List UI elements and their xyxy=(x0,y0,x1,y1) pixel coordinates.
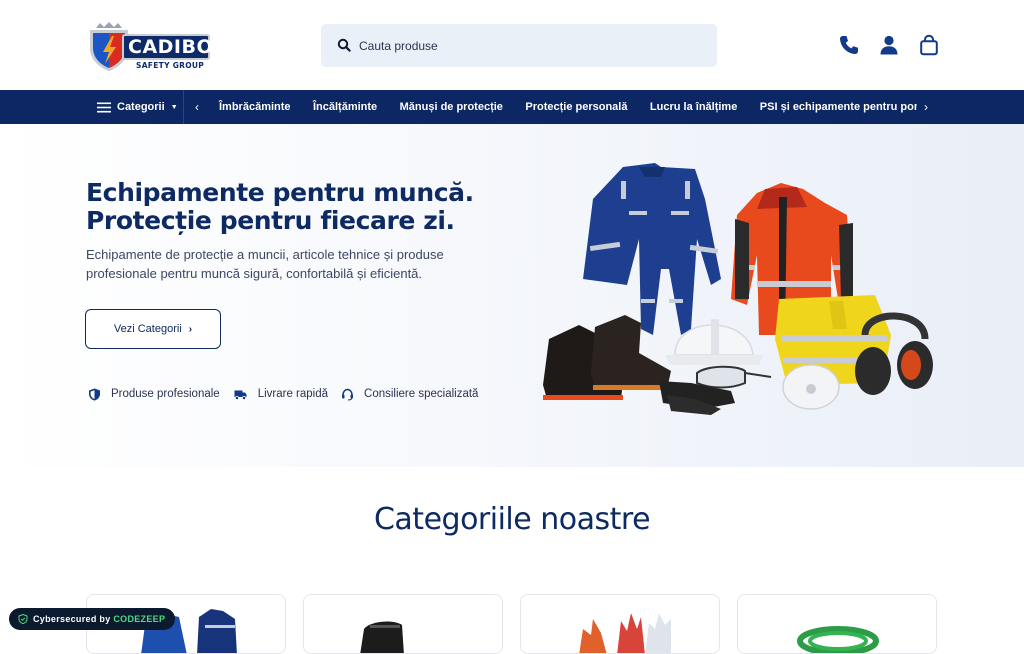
badge-brand: CODEZEEP xyxy=(113,614,166,624)
hamburger-icon xyxy=(97,102,111,112)
hero-products-image xyxy=(543,163,933,415)
search-bar[interactable] xyxy=(321,24,717,67)
nav-item-imbracaminte[interactable]: Îmbrăcăminte xyxy=(219,90,291,124)
gloves-image xyxy=(579,613,671,653)
feature-label: Produse profesionale xyxy=(111,388,220,400)
feature-item: Livrare rapidă xyxy=(233,388,328,401)
logo-brand-text: CADIBO xyxy=(128,36,214,58)
feature-label: Livrare rapidă xyxy=(257,388,329,400)
hero-title-line-1: Echipamente pentru muncă. xyxy=(86,178,474,207)
feature-item: Consiliere specializată xyxy=(341,388,478,401)
nav-item-psi[interactable]: PSI și echipamente pentru pompieri xyxy=(760,90,917,124)
search-input[interactable] xyxy=(359,24,699,67)
hero-title-line-2: Protecție pentru fiecare zi. xyxy=(86,206,455,235)
boots-image xyxy=(360,621,404,653)
badge-prefix: Cybersecured by xyxy=(33,614,114,624)
category-card[interactable] xyxy=(737,594,937,654)
category-card[interactable] xyxy=(303,594,503,654)
hero-features: Produse profesionale Livrare rapidă Cons… xyxy=(88,386,491,402)
categories-menu-button[interactable]: Categorii ▼ xyxy=(86,90,184,124)
cybersecured-badge[interactable]: Cybersecured by CODEZEEP xyxy=(9,608,176,630)
category-card[interactable] xyxy=(520,594,720,654)
nav-item-lucru-la-inaltime[interactable]: Lucru la înălțime xyxy=(650,90,737,124)
nav-item-incaltaminte[interactable]: Încălțăminte xyxy=(313,90,377,124)
nav-items: Îmbrăcăminte Încălțăminte Mănuși de prot… xyxy=(209,90,917,124)
nav-item-protectie-personala[interactable]: Protecție personală xyxy=(525,90,627,124)
ear-muffs-illustration xyxy=(855,312,933,395)
shield-icon xyxy=(89,388,100,401)
truck-icon xyxy=(234,390,247,400)
hero-description: Echipamente de protecție a muncii, artic… xyxy=(86,247,444,281)
main-nav: Categorii ▼ ‹ Îmbrăcăminte Încălțăminte … xyxy=(0,90,1024,124)
rope-image xyxy=(797,626,879,653)
hero-section: Echipamente pentru muncă. Protecție pent… xyxy=(0,124,1024,467)
safety-glasses-illustration xyxy=(696,365,772,389)
shopping-bag-icon[interactable] xyxy=(918,34,940,56)
feature-label: Consiliere specializată xyxy=(364,388,479,400)
view-categories-label: Vezi Categorii xyxy=(113,323,182,335)
search-icon[interactable] xyxy=(337,38,351,52)
nav-item-manusi[interactable]: Mănuși de protecție xyxy=(400,90,503,124)
categories-title: Categoriile noastre xyxy=(373,502,651,537)
user-icon[interactable] xyxy=(878,34,900,56)
site-header: CADIBO SAFETY GROUP xyxy=(0,0,1024,90)
categories-menu-label: Categorii xyxy=(117,101,165,113)
chevron-down-icon: ▼ xyxy=(170,103,178,111)
headset-icon xyxy=(342,388,354,400)
coverall-illustration xyxy=(583,163,721,335)
logo[interactable]: CADIBO SAFETY GROUP xyxy=(86,16,214,74)
view-categories-button[interactable]: Vezi Categorii › xyxy=(85,309,221,349)
nav-next-arrow[interactable]: › xyxy=(924,90,928,124)
chevron-right-icon: › xyxy=(188,323,193,335)
hero-title: Echipamente pentru muncă. Protecție pent… xyxy=(86,179,526,235)
phone-icon[interactable] xyxy=(838,34,860,56)
nav-prev-arrow[interactable]: ‹ xyxy=(195,90,199,124)
shield-check-icon xyxy=(18,614,28,624)
respirator-mask-illustration xyxy=(782,364,840,410)
logo-subtitle: SAFETY GROUP xyxy=(136,61,205,70)
feature-item: Produse profesionale xyxy=(88,388,220,401)
